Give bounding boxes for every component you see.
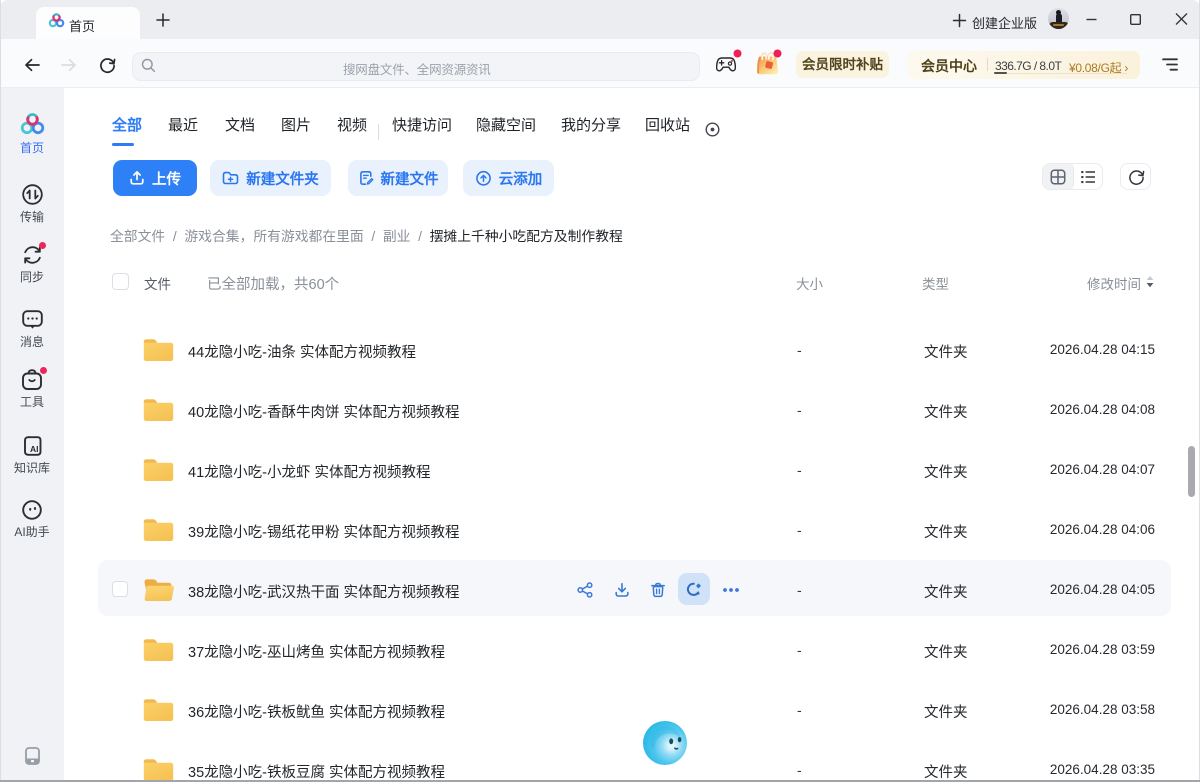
svg-text:AI: AI (30, 444, 39, 454)
